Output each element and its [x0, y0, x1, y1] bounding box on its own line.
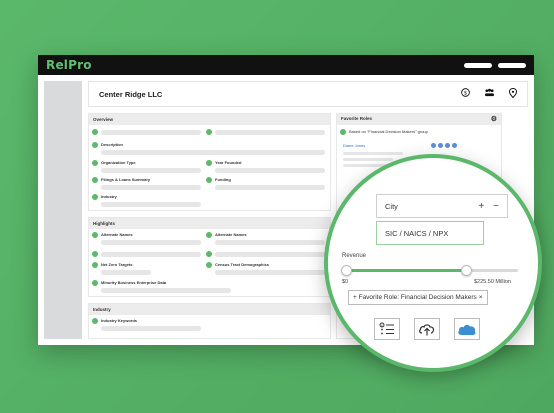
field-icon: [92, 262, 98, 268]
field-icon: [92, 232, 98, 238]
favorite-roles-header: Favorite Roles ⚙: [337, 114, 501, 125]
field-icon: [92, 280, 98, 286]
census-label: Census Tract Demographics: [215, 262, 270, 267]
field-icon: [92, 177, 98, 183]
magnified-filter-panel: City + − SIC / NAICS / NPX Revenue $0 $2…: [324, 154, 542, 372]
revenue-label: Revenue: [342, 253, 367, 259]
highlights-header: Highlights: [89, 218, 330, 229]
description-label: Description: [101, 142, 124, 147]
top-bar: RelPro: [38, 55, 534, 75]
sic-naics-field[interactable]: SIC / NAICS / NPX: [376, 221, 484, 245]
organization-type-label: Organization Type: [101, 160, 136, 165]
filings-label: Filings & Loans Summary: [101, 177, 151, 182]
favorite-roles-title: Favorite Roles: [341, 116, 373, 121]
industry-header: Industry: [89, 304, 330, 315]
company-name: Center Ridge LLC: [99, 89, 163, 99]
profile-icon[interactable]: [452, 143, 457, 148]
email-icon[interactable]: [438, 143, 443, 148]
field-icon: [206, 232, 212, 238]
industry-panel: Industry Industry Keywords: [88, 303, 331, 339]
revenue-min-label: $0: [342, 279, 349, 285]
person-link[interactable]: Diane Jones: [343, 143, 365, 148]
salesforce-cloud-icon[interactable]: [454, 318, 480, 340]
phone-icon[interactable]: [445, 143, 450, 148]
industry-keywords-label: Industry Keywords: [101, 318, 138, 323]
field-icon: [92, 160, 98, 166]
alternate-names-label: Alternate Names: [101, 232, 133, 237]
cloud-upload-icon[interactable]: [414, 318, 440, 340]
list-icon[interactable]: $: [374, 318, 400, 340]
field-icon: [206, 160, 212, 166]
field-icon: [206, 251, 212, 257]
favorite-role-chip[interactable]: + Favorite Role: Financial Decision Make…: [348, 290, 488, 305]
role-group-icon: [340, 129, 346, 135]
field-icon: [92, 142, 98, 148]
field-icon: [206, 262, 212, 268]
sic-naics-text: SIC / NAICS / NPX: [385, 228, 449, 238]
revenue-slider[interactable]: [341, 265, 518, 276]
field-icon: [92, 129, 98, 135]
revenue-slider-min-handle[interactable]: [341, 265, 352, 276]
field-icon: [92, 194, 98, 200]
field-icon: [206, 129, 212, 135]
industry-label: Industry: [101, 194, 117, 199]
svg-text:$: $: [381, 323, 383, 327]
relpro-logo: RelPro: [46, 58, 92, 72]
svg-text:$: $: [464, 90, 467, 96]
gear-icon[interactable]: ⚙: [491, 115, 497, 123]
field-icon: [206, 177, 212, 183]
left-sidebar: [44, 81, 82, 339]
linkedin-icon[interactable]: [431, 143, 436, 148]
minus-icon[interactable]: −: [493, 201, 499, 212]
overview-header: Overview: [89, 114, 330, 125]
window-control-pill[interactable]: [464, 62, 492, 68]
company-header: Center Ridge LLC $: [88, 81, 528, 107]
plus-icon[interactable]: +: [478, 201, 484, 212]
dollar-icon[interactable]: $: [461, 88, 470, 100]
window-control-pill[interactable]: [498, 62, 526, 68]
city-field[interactable]: City + −: [376, 194, 508, 218]
people-icon[interactable]: [484, 88, 495, 100]
alternate-names-label: Alternate Names: [215, 232, 247, 237]
field-icon: [92, 318, 98, 324]
based-on-text: Based on "Financial Decision Makers" gro…: [349, 129, 428, 134]
revenue-max-label: $225.50 Million: [474, 279, 511, 285]
overview-panel: Overview Description Organization Type Y…: [88, 113, 331, 211]
city-placeholder: City: [385, 201, 398, 211]
minority-business-label: Minority Business Enterprise Data: [101, 280, 167, 285]
location-pin-icon[interactable]: [508, 87, 518, 100]
revenue-slider-max-handle[interactable]: [461, 265, 473, 276]
highlights-panel: Highlights Alternate Names Alternate Nam…: [88, 217, 331, 297]
funding-label: Funding: [215, 177, 231, 182]
favorite-role-chip-label: + Favorite Role: Financial Decision Make…: [353, 294, 477, 301]
revenue-slider-fill: [346, 269, 467, 272]
net-zero-label: Net Zero Targets: [101, 262, 133, 267]
year-founded-label: Year Founded: [215, 160, 242, 165]
close-icon[interactable]: ×: [479, 294, 483, 301]
field-icon: [92, 251, 98, 257]
